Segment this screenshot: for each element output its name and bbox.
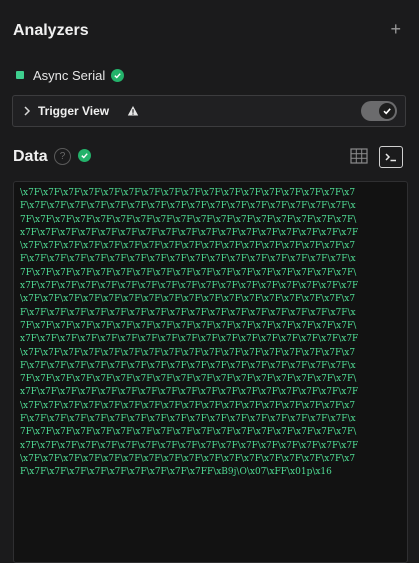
terminal-line: 7F\x7F\x7F\x7F\x7F\x7F\x7F\x7F\x7F\x7F\x… (20, 427, 357, 438)
trigger-view-label: Trigger View (38, 104, 110, 118)
terminal-line: x7F\x7F\x7F\x7F\x7F\x7F\x7F\x7F\x7F\x7F\… (20, 440, 359, 451)
terminal-line: \x7F\x7F\x7F\x7F\x7F\x7F\x7F\x7F\x7F\x7F… (20, 294, 356, 305)
data-title: Data (13, 148, 48, 165)
analyzers-panel: Analyzers + Async Serial Trigger View Da… (0, 0, 419, 563)
terminal-line: x7F\x7F\x7F\x7F\x7F\x7F\x7F\x7F\x7F\x7F\… (20, 227, 359, 238)
terminal-line: \x7F\x7F\x7F\x7F\x7F\x7F\x7F\x7F\x7F\x7F… (20, 453, 356, 464)
toggle-check-icon (379, 103, 395, 119)
table-grid-icon[interactable] (350, 148, 368, 164)
terminal-line: F\x7F\x7F\x7F\x7F\x7F\x7F\x7F\x7F\x7F\x7… (20, 414, 356, 425)
analyzers-title: Analyzers (13, 22, 89, 39)
chevron-right-icon[interactable] (22, 104, 32, 116)
add-analyzer-button[interactable]: + (390, 20, 401, 38)
terminal-line: 7F\x7F\x7F\x7F\x7F\x7F\x7F\x7F\x7F\x7F\x… (20, 267, 357, 278)
warning-triangle-icon (127, 104, 139, 116)
terminal-line: \x7F\x7F\x7F\x7F\x7F\x7F\x7F\x7F\x7F\x7F… (20, 241, 356, 252)
analyzer-color-swatch[interactable] (16, 71, 24, 79)
terminal-line: 7F\x7F\x7F\x7F\x7F\x7F\x7F\x7F\x7F\x7F\x… (20, 320, 357, 331)
terminal-line: F\x7F\x7F\x7F\x7F\x7F\x7F\x7F\x7F\x7FF\x… (20, 467, 332, 478)
terminal-line: \x7F\x7F\x7F\x7F\x7F\x7F\x7F\x7F\x7F\x7F… (20, 400, 356, 411)
terminal-line: F\x7F\x7F\x7F\x7F\x7F\x7F\x7F\x7F\x7F\x7… (20, 307, 356, 318)
analyzer-item[interactable]: Async Serial (16, 66, 125, 84)
terminal-line: F\x7F\x7F\x7F\x7F\x7F\x7F\x7F\x7F\x7F\x7… (20, 360, 356, 371)
terminal-icon[interactable] (379, 146, 403, 168)
terminal-line: \x7F\x7F\x7F\x7F\x7F\x7F\x7F\x7F\x7F\x7F… (20, 188, 356, 198)
trigger-view-row[interactable]: Trigger View (12, 95, 406, 127)
terminal-line: x7F\x7F\x7F\x7F\x7F\x7F\x7F\x7F\x7F\x7F\… (20, 281, 359, 292)
terminal-line: x7F\x7F\x7F\x7F\x7F\x7F\x7F\x7F\x7F\x7F\… (20, 387, 359, 398)
terminal-line: F\x7F\x7F\x7F\x7F\x7F\x7F\x7F\x7F\x7F\x7… (20, 201, 356, 212)
terminal-text: \x7F\x7F\x7F\x7F\x7F\x7F\x7F\x7F\x7F\x7F… (20, 187, 402, 480)
analyzer-name: Async Serial (33, 67, 106, 83)
trigger-view-toggle[interactable] (361, 101, 397, 121)
check-circle-icon (111, 68, 125, 82)
terminal-line: x7F\x7F\x7F\x7F\x7F\x7F\x7F\x7F\x7F\x7F\… (20, 334, 359, 345)
check-circle-icon (78, 149, 91, 162)
terminal-line: 7F\x7F\x7F\x7F\x7F\x7F\x7F\x7F\x7F\x7F\x… (20, 214, 357, 225)
help-icon[interactable]: ? (54, 148, 71, 165)
terminal-line: F\x7F\x7F\x7F\x7F\x7F\x7F\x7F\x7F\x7F\x7… (20, 254, 356, 265)
terminal-line: \x7F\x7F\x7F\x7F\x7F\x7F\x7F\x7F\x7F\x7F… (20, 347, 356, 358)
terminal-line: 7F\x7F\x7F\x7F\x7F\x7F\x7F\x7F\x7F\x7F\x… (20, 374, 357, 385)
terminal-output[interactable]: \x7F\x7F\x7F\x7F\x7F\x7F\x7F\x7F\x7F\x7F… (13, 181, 408, 563)
